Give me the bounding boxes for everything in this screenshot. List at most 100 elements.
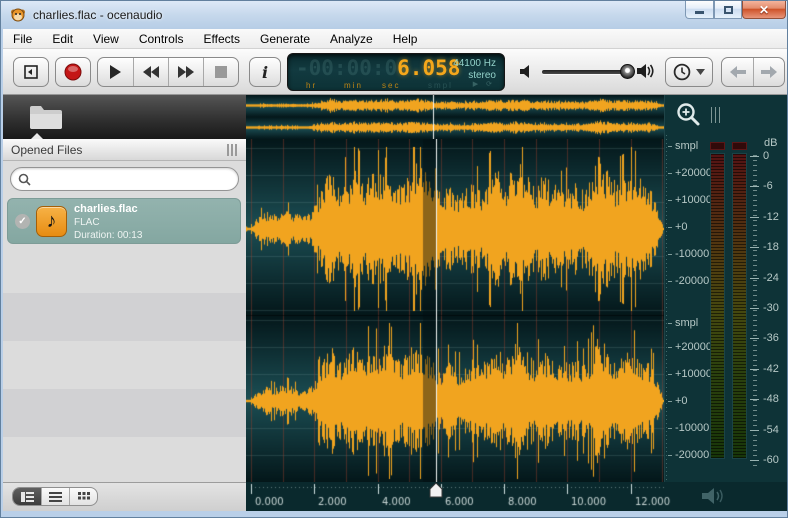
db-label: -18: [750, 241, 779, 254]
close-button[interactable]: ✕: [742, 1, 786, 19]
search-icon: [18, 173, 31, 186]
sidebar-tabstrip: [3, 95, 246, 139]
record-button[interactable]: [55, 57, 91, 87]
clip-indicator-left: [710, 142, 725, 150]
file-check-icon[interactable]: ✓: [15, 214, 30, 229]
app-window: charlies.flac - ocenaudio ✕ File Edit View…: [0, 0, 788, 518]
rewind-icon: [143, 66, 159, 78]
minimize-button[interactable]: [685, 1, 714, 19]
view-list-button[interactable]: [41, 488, 69, 505]
details-view-icon: [20, 491, 34, 502]
panel-drag-handle[interactable]: [227, 144, 239, 156]
menubar: File Edit View Controls Effects Generate Analy…: [3, 29, 787, 49]
search-input[interactable]: [36, 171, 221, 187]
file-duration: Duration: 00:13: [74, 230, 143, 241]
rewind-button[interactable]: [133, 58, 168, 86]
unit-smpl: smpl: [428, 81, 453, 90]
db-label: 0: [749, 150, 770, 162]
meter-drag-handle[interactable]: [711, 107, 720, 123]
close-icon: ✕: [758, 2, 770, 17]
amplitude-label: -20000: [667, 275, 710, 287]
waveform-overview[interactable]: [246, 95, 664, 139]
unit-hr: hr: [306, 81, 318, 90]
sample-unit-label-ch2: smpl: [667, 317, 699, 329]
fast-forward-button[interactable]: [168, 58, 203, 86]
info-icon: i: [261, 62, 269, 82]
info-button[interactable]: i: [249, 57, 281, 87]
view-mode-group: [12, 487, 98, 506]
play-button[interactable]: [98, 58, 133, 86]
view-details-button[interactable]: [13, 488, 41, 505]
app-icon: [11, 8, 25, 22]
record-icon: [64, 63, 82, 81]
volume-low-icon[interactable]: [520, 65, 533, 78]
time-format-button[interactable]: [665, 57, 713, 87]
stop-icon: [215, 66, 227, 78]
menu-item-edit[interactable]: Edit: [42, 30, 83, 48]
amplitude-label: -10000: [667, 422, 710, 434]
level-meter-panel: smpl +20000 +10000 +0 -10000 -20000 smpl +20000…: [664, 95, 787, 482]
amplitude-label: +10000: [667, 194, 713, 206]
list-view-icon: [49, 491, 62, 502]
time-value: 6.058: [397, 56, 461, 80]
opened-files-list: ✓ ♪ charlies.flac FLAC Duration: 00:13: [3, 196, 246, 482]
amplitude-label: +0: [668, 221, 688, 233]
history-nav-group: [721, 57, 785, 87]
amplitude-label: +20000: [667, 341, 713, 353]
db-scale-ticks: [753, 155, 757, 467]
amplitude-label: -10000: [667, 248, 710, 260]
waveform-editor[interactable]: [246, 139, 664, 482]
time-display[interactable]: -00:00:06.058 hr min sec smpl 44100 Hz s…: [287, 53, 505, 91]
sample-rate: 44100 Hz: [453, 58, 496, 69]
forward-button[interactable]: [753, 58, 784, 86]
amplitude-label: -20000: [667, 449, 710, 461]
panel-header: Opened Files: [3, 139, 246, 161]
sidebar: Opened Files ✓ ♪ charlies.flac FLAC Dura…: [3, 95, 246, 511]
menu-item-analyze[interactable]: Analyze: [320, 30, 383, 48]
level-meter-left: [710, 153, 725, 459]
db-unit-label: dB: [764, 137, 778, 149]
menu-item-file[interactable]: File: [3, 30, 42, 48]
clip-indicator-right: [732, 142, 747, 150]
audio-file-icon: ♪: [36, 206, 67, 237]
search-area: [3, 161, 246, 196]
zoom-button[interactable]: [675, 101, 703, 129]
time-ghost-digits: -00:00:0: [296, 56, 398, 80]
db-label: -30: [750, 302, 779, 314]
panel-title: Opened Files: [11, 142, 83, 157]
amplitude-label: +20000: [667, 167, 713, 179]
back-button[interactable]: [722, 58, 753, 86]
volume-slider-knob[interactable]: [620, 64, 635, 79]
menu-item-view[interactable]: View: [83, 30, 129, 48]
toggle-sidebar-button[interactable]: [13, 57, 49, 87]
clock-icon: [673, 63, 691, 81]
db-label: -48: [750, 393, 779, 406]
db-label: -12: [750, 210, 779, 223]
transport-group: [97, 57, 239, 87]
back-arrow-icon: [729, 66, 746, 78]
sidebar-toggle-icon: [24, 65, 38, 79]
monitor-speaker-icon[interactable]: [700, 486, 726, 506]
menu-item-generate[interactable]: Generate: [250, 30, 320, 48]
titlebar[interactable]: charlies.flac - ocenaudio ✕: [1, 1, 787, 29]
menu-item-help[interactable]: Help: [383, 30, 428, 48]
opened-files-tab[interactable]: [29, 104, 63, 130]
toolbar: i -00:00:06.058 hr min sec smpl 44100 Hz…: [3, 49, 787, 95]
view-grid-button[interactable]: [69, 488, 97, 505]
db-label: -24: [750, 271, 779, 284]
search-box[interactable]: [10, 167, 239, 191]
file-item-charlies[interactable]: ✓ ♪ charlies.flac FLAC Duration: 00:13: [7, 198, 241, 244]
list-stripes: [3, 293, 246, 482]
unit-sec: sec: [382, 81, 401, 90]
maximize-button[interactable]: [714, 1, 742, 19]
volume-high-icon[interactable]: [637, 63, 655, 79]
stop-button[interactable]: [203, 58, 238, 86]
forward-arrow-icon: [761, 66, 777, 78]
format-info: 44100 Hz stereo: [453, 58, 496, 82]
chevron-down-icon: [696, 69, 705, 75]
playhead-marker[interactable]: [429, 482, 443, 498]
menu-item-effects[interactable]: Effects: [194, 30, 250, 48]
unit-min: min: [344, 81, 363, 90]
file-format: FLAC: [74, 217, 100, 228]
menu-item-controls[interactable]: Controls: [129, 30, 194, 48]
